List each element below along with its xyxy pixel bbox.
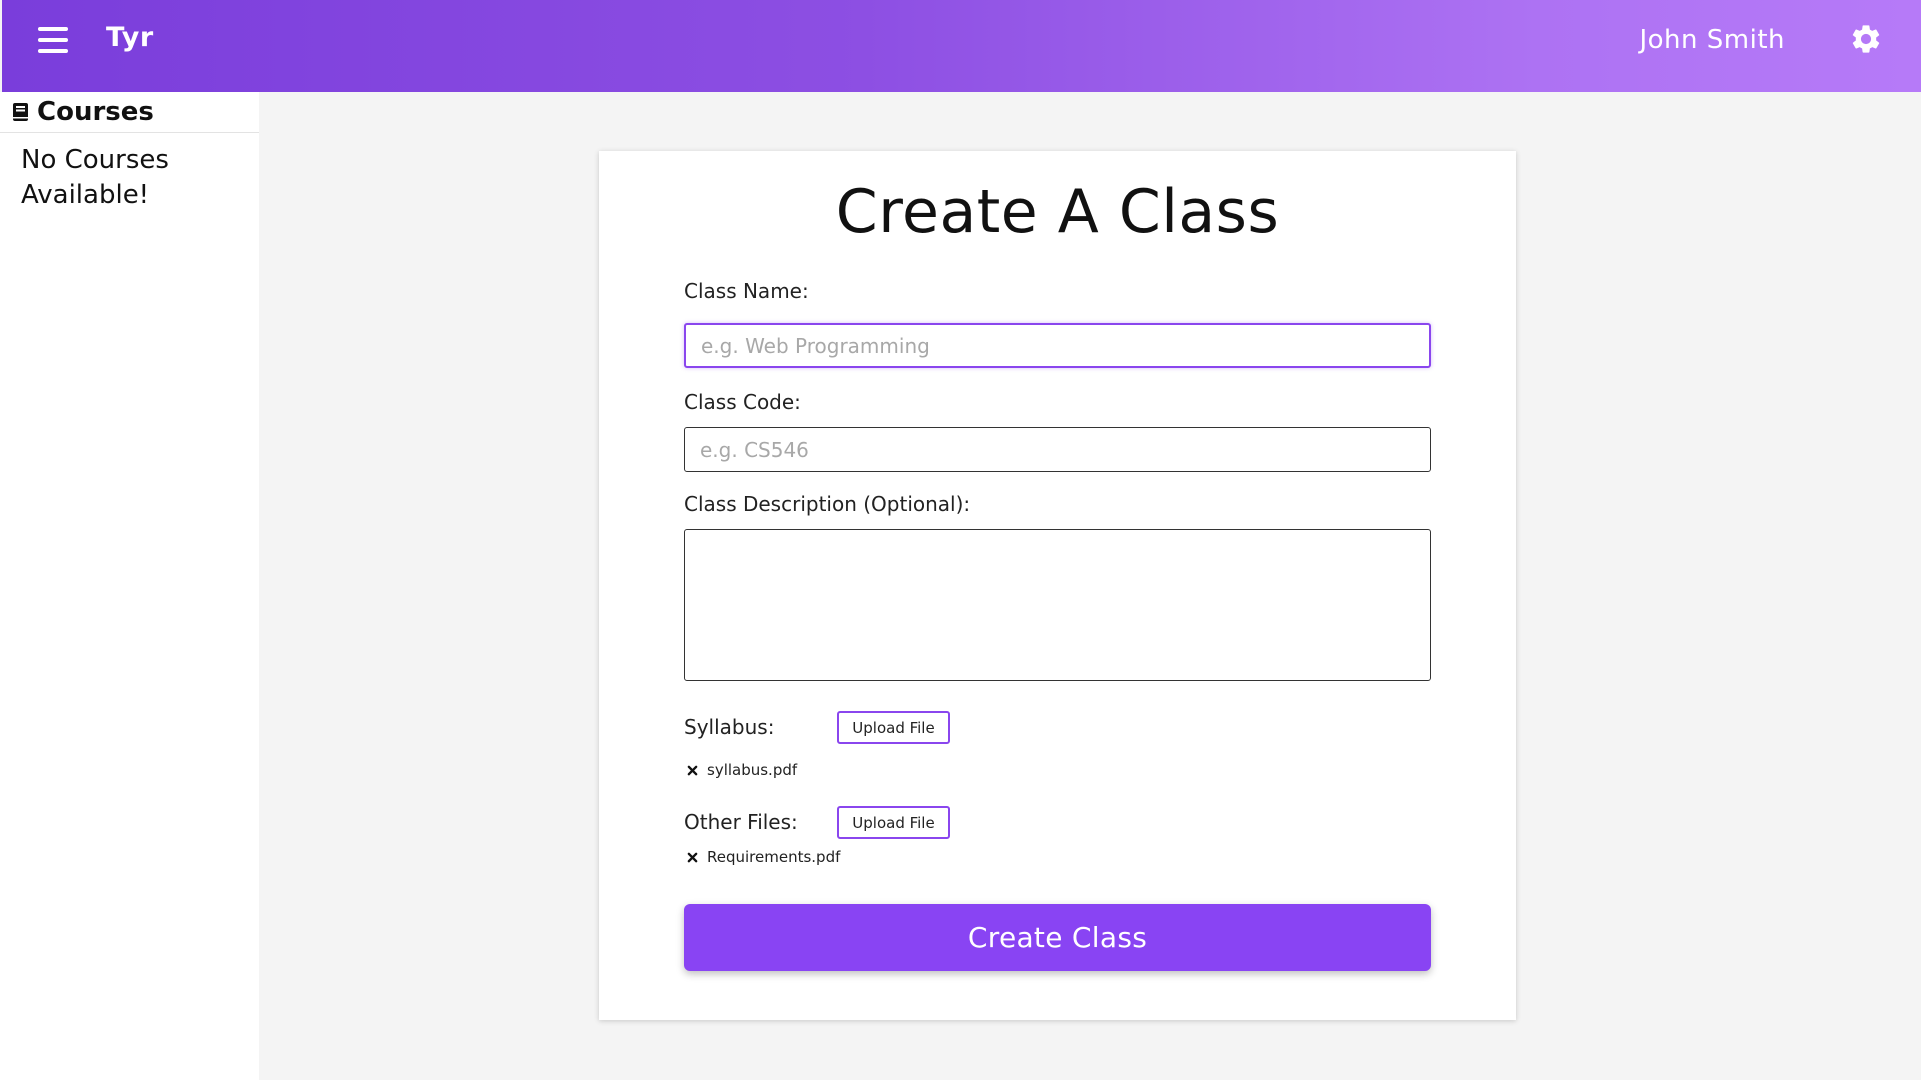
app-title: Tyr xyxy=(106,22,154,53)
create-class-button[interactable]: Create Class xyxy=(684,904,1431,971)
class-description-label: Class Description (Optional): xyxy=(684,492,971,516)
sidebar-title: Courses xyxy=(37,97,154,127)
class-name-input[interactable] xyxy=(684,323,1431,368)
class-name-label: Class Name: xyxy=(684,279,809,303)
syllabus-file-name: syllabus.pdf xyxy=(707,761,798,779)
top-bar: Tyr John Smith xyxy=(2,0,1921,92)
no-courses-message: No Courses Available! xyxy=(21,145,169,210)
create-class-card: Create A Class Class Name: Class Code: C… xyxy=(599,151,1516,1020)
other-file-item: Requirements.pdf xyxy=(687,848,840,866)
syllabus-file-item: syllabus.pdf xyxy=(687,761,797,779)
gear-icon[interactable] xyxy=(1849,22,1883,56)
syllabus-label: Syllabus: xyxy=(684,715,775,739)
class-code-label: Class Code: xyxy=(684,390,801,414)
remove-file-icon[interactable] xyxy=(687,852,698,863)
class-description-textarea[interactable] xyxy=(684,529,1431,681)
sidebar: Courses No Courses Available! xyxy=(0,92,259,1080)
remove-file-icon[interactable] xyxy=(687,765,698,776)
other-files-upload-button[interactable]: Upload File xyxy=(837,806,950,839)
user-name[interactable]: John Smith xyxy=(1639,25,1785,55)
book-icon xyxy=(13,103,28,121)
sidebar-header[interactable]: Courses xyxy=(0,92,259,133)
page-title: Create A Class xyxy=(835,177,1280,247)
class-code-input[interactable] xyxy=(684,427,1431,472)
syllabus-upload-button[interactable]: Upload File xyxy=(837,711,950,744)
hamburger-menu-icon[interactable] xyxy=(38,27,68,53)
other-files-label: Other Files: xyxy=(684,810,798,834)
other-file-name: Requirements.pdf xyxy=(707,848,841,866)
